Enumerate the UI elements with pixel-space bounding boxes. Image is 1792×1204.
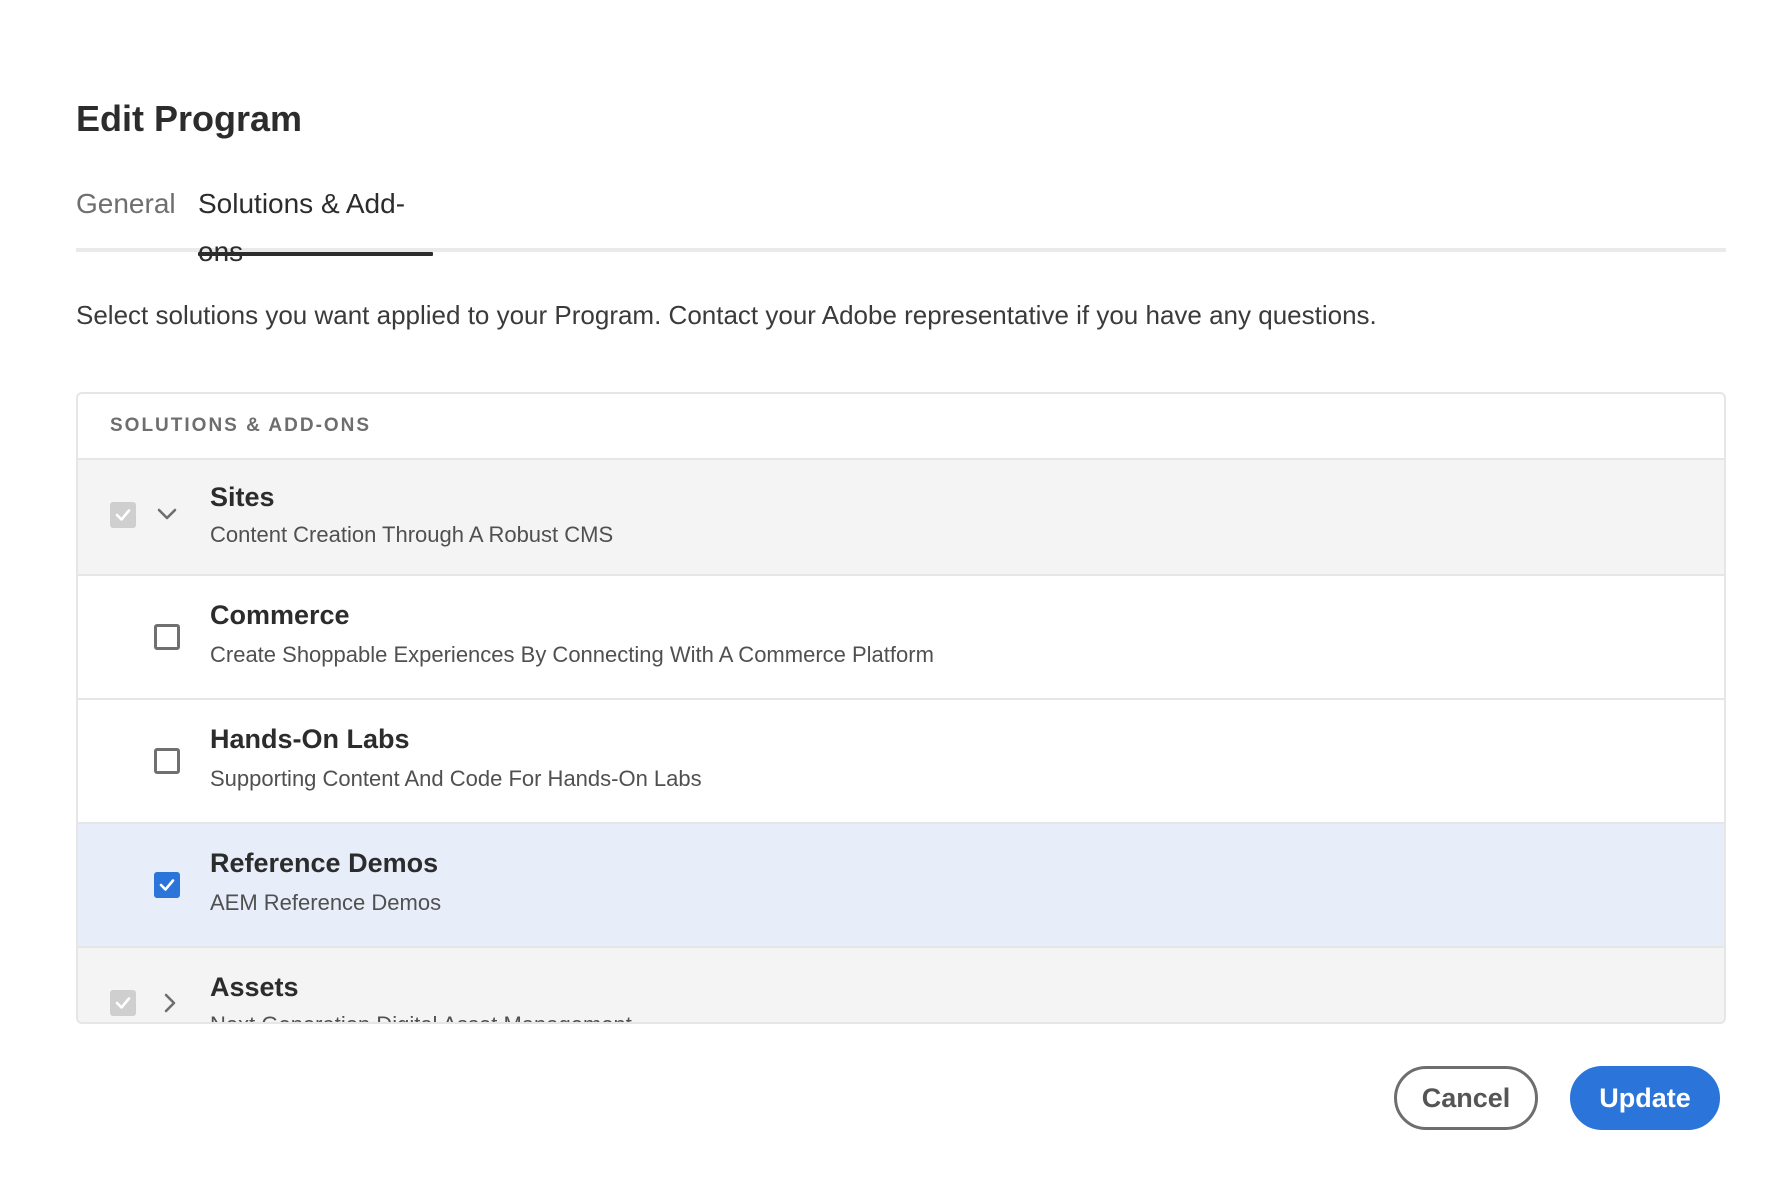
chevron-down-icon[interactable] [156, 506, 178, 522]
solution-name: Assets [210, 972, 299, 1002]
chevron-right-icon[interactable] [162, 992, 178, 1014]
solution-subtitle: Next Generation Digital Asset Management [210, 1012, 632, 1022]
table-header: SOLUTIONS & ADD-ONS [78, 394, 1724, 460]
solution-name: Sites [210, 482, 275, 512]
reference-demos-checkbox[interactable] [154, 872, 180, 898]
solution-name: Commerce [210, 600, 350, 630]
solution-row-sites[interactable]: Sites Content Creation Through A Robust … [78, 460, 1724, 576]
dialog-description: Select solutions you want applied to you… [76, 300, 1377, 330]
solution-subtitle: AEM Reference Demos [210, 890, 442, 915]
edit-program-dialog: Edit Program General Solutions & Add-ons… [0, 0, 1792, 1204]
solutions-table: SOLUTIONS & ADD-ONS Sites Content Creati… [76, 392, 1726, 1024]
solution-row-commerce[interactable]: Commerce Create Shoppable Experiences By… [78, 576, 1724, 700]
cancel-button[interactable]: Cancel [1394, 1066, 1538, 1130]
checkmark-icon [115, 509, 131, 521]
hands-on-labs-checkbox[interactable] [154, 748, 180, 774]
checkmark-icon [115, 997, 131, 1009]
solution-row-hands-on-labs[interactable]: Hands-On Labs Supporting Content And Cod… [78, 700, 1724, 824]
sites-checkbox [110, 502, 136, 528]
solution-subtitle: Supporting Content And Code For Hands-On… [210, 766, 702, 791]
tab-bar: General Solutions & Add-ons [76, 180, 1726, 267]
tab-solutions-add-ons[interactable]: Solutions & Add-ons [198, 180, 433, 267]
tab-general[interactable]: General [76, 180, 176, 252]
update-button[interactable]: Update [1570, 1066, 1720, 1130]
checkmark-icon [159, 879, 175, 891]
solution-name: Hands-On Labs [210, 724, 410, 754]
dialog-title: Edit Program [76, 98, 303, 139]
assets-checkbox [110, 990, 136, 1016]
commerce-checkbox[interactable] [154, 624, 180, 650]
solution-subtitle: Create Shoppable Experiences By Connecti… [210, 642, 934, 667]
solution-name: Reference Demos [210, 848, 439, 878]
solution-row-reference-demos[interactable]: Reference Demos AEM Reference Demos [78, 824, 1724, 948]
solution-subtitle: Content Creation Through A Robust CMS [210, 522, 614, 547]
solution-row-assets[interactable]: Assets Next Generation Digital Asset Man… [78, 948, 1724, 1022]
